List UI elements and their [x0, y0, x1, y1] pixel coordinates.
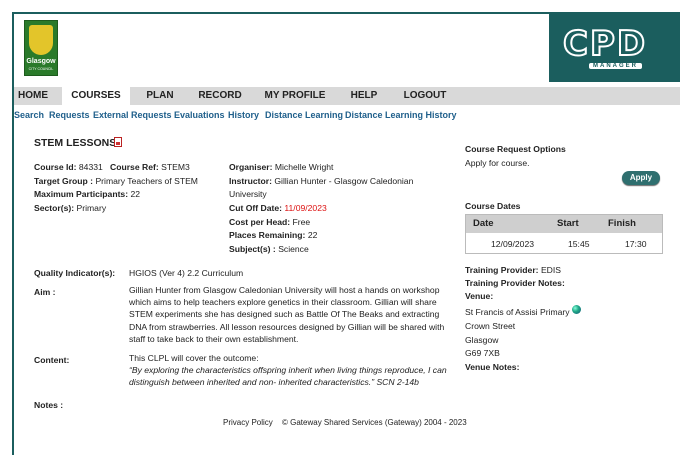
glasgow-logo[interactable]: Glasgow CITY COUNCIL	[24, 20, 58, 76]
course-id-value: 84331	[78, 162, 103, 172]
cpd-manager-brand: CPD MANAGER	[549, 14, 680, 82]
subnav-evaluations[interactable]: Evaluations	[174, 110, 225, 120]
quality-label: Quality Indicator(s):	[34, 268, 116, 278]
privacy-policy-link[interactable]: Privacy Policy	[223, 418, 273, 427]
nav-courses[interactable]: COURSES	[62, 87, 130, 105]
venue-line: G69 7XB	[465, 348, 500, 358]
provider-label: Training Provider:	[465, 265, 539, 275]
content-quote-line: distinguish between inherited and non- i…	[129, 377, 419, 388]
organiser-value: Michelle Wright	[274, 162, 334, 172]
dates-cell-date: 12/09/2023	[491, 239, 535, 249]
content-text: This CLPL will cover the outcome: “By ex…	[129, 352, 459, 389]
venue-line: Crown Street	[465, 321, 516, 331]
max-participants-value: 22	[130, 189, 141, 199]
dates-header-start: Start	[557, 218, 579, 229]
subnav-requests[interactable]: Requests	[49, 110, 90, 120]
course-ref-value: STEM3	[161, 162, 190, 172]
nav-plan[interactable]: PLAN	[142, 87, 178, 105]
course-dates-title: Course Dates	[465, 201, 521, 211]
max-participants-label: Maximum Participants:	[34, 189, 129, 199]
target-group-label: Target Group :	[34, 176, 94, 186]
subnav-distance-learning[interactable]: Distance Learning	[265, 110, 343, 120]
aim-text: Gillian Hunter from Glasgow Caledonian U…	[129, 284, 459, 345]
content-quote-line: “By exploring the characteristics offspr…	[129, 365, 447, 376]
dates-header-date: Date	[473, 218, 494, 229]
nav-record[interactable]: RECORD	[196, 87, 244, 105]
aim-label: Aim :	[34, 287, 56, 297]
places-label: Places Remaining:	[229, 230, 306, 240]
subnav-external-requests[interactable]: External Requests	[93, 110, 172, 120]
venue-label: Venue:	[465, 291, 494, 301]
main-nav: HOME COURSES PLAN RECORD MY PROFILE HELP…	[14, 87, 680, 105]
subnav-history[interactable]: History	[228, 110, 259, 120]
page-title: STEM LESSONS	[34, 137, 117, 149]
nav-help[interactable]: HELP	[348, 87, 380, 105]
apply-button[interactable]: Apply	[622, 171, 660, 185]
dates-header-finish: Finish	[608, 218, 636, 229]
crest-icon	[29, 25, 53, 55]
cost-value: Free	[292, 217, 311, 227]
places-value: 22	[307, 230, 318, 240]
brand-subtitle: MANAGER	[589, 63, 642, 69]
logo-text: Glasgow	[26, 58, 56, 65]
request-options-text: Apply for course.	[465, 158, 530, 168]
sectors-label: Sector(s):	[34, 203, 75, 213]
brand-title: CPD	[562, 23, 648, 65]
cutoff-label: Cut Off Date:	[229, 203, 282, 213]
sectors-value: Primary	[76, 203, 107, 213]
instructor-value: Gillian Hunter - Glasgow Caledonian	[274, 176, 414, 186]
course-dates-table: Date Start Finish 12/09/2023 15:45 17:30	[465, 214, 663, 254]
aim-line: DNA from strawberries. All lesson resour…	[129, 321, 445, 332]
nav-my-profile[interactable]: MY PROFILE	[264, 87, 326, 105]
quality-value: HGIOS (Ver 4) 2.2 Curriculum	[129, 268, 244, 278]
subjects-value: Science	[278, 244, 309, 254]
aim-line: STEM experiments she has designed such a…	[129, 309, 440, 320]
aim-line: Gillian Hunter from Glasgow Caledonian U…	[129, 285, 440, 295]
subjects-label: Subject(s) :	[229, 244, 276, 254]
provider-value: EDIS	[540, 265, 561, 275]
instructor-value-cont: University	[229, 189, 267, 199]
organiser-label: Organiser:	[229, 162, 273, 172]
subnav-search[interactable]: Search	[14, 110, 44, 120]
course-id-label: Course Id:	[34, 162, 77, 172]
notes-label: Notes :	[34, 400, 64, 410]
venue-notes-label: Venue Notes:	[465, 362, 520, 372]
cost-label: Cost per Head:	[229, 217, 291, 227]
content-intro: This CLPL will cover the outcome:	[129, 353, 259, 363]
globe-icon[interactable]	[572, 305, 581, 314]
nav-home[interactable]: HOME	[14, 87, 52, 105]
dates-cell-start: 15:45	[568, 239, 590, 249]
request-options-title: Course Request Options	[465, 144, 566, 154]
venue-line: Glasgow	[465, 335, 499, 345]
dates-cell-finish: 17:30	[625, 239, 647, 249]
content-label: Content:	[34, 355, 70, 365]
target-group-value: Primary Teachers of STEM	[95, 176, 198, 186]
nav-logout[interactable]: LOGOUT	[402, 87, 448, 105]
aim-line: staff to take back to their own establis…	[129, 333, 299, 344]
provider-notes-label: Training Provider Notes:	[465, 278, 565, 288]
venue-line: St Francis of Assisi Primary	[465, 307, 570, 317]
course-ref-label: Course Ref:	[110, 162, 159, 172]
logo-subtext: CITY COUNCIL	[28, 67, 54, 71]
aim-line: which aims to help teachers explore gene…	[129, 297, 437, 308]
pdf-icon[interactable]	[114, 137, 122, 147]
cutoff-value: 11/09/2023	[284, 203, 327, 213]
instructor-label: Instructor:	[229, 176, 272, 186]
copyright-text: © Gateway Shared Services (Gateway) 2004…	[282, 418, 467, 427]
subnav-distance-learning-history[interactable]: Distance Learning History	[345, 110, 457, 120]
